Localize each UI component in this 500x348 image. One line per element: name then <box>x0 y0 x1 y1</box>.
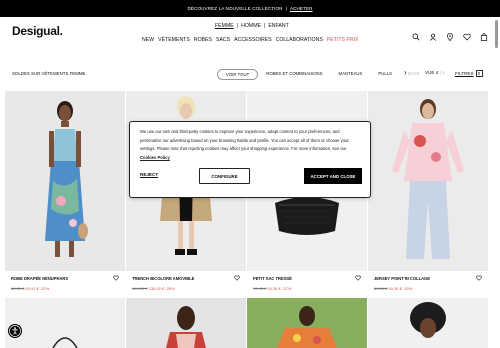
product-info-4: JERSEY POINT'IN COLLAGE 89,95 € 60,36 € … <box>368 275 488 291</box>
wishlist-heart-icon[interactable] <box>355 275 361 281</box>
gender-tab-femme[interactable]: FEMME <box>215 23 234 29</box>
filter-bar: SOLDES SUR VÊTEMENTS FEMME VOIR TOUT ROB… <box>0 64 500 80</box>
product-card-1[interactable] <box>5 91 125 271</box>
product-image <box>166 306 206 348</box>
product-price: 79,95 € 50,36 € -37% <box>253 286 367 291</box>
cookie-button-row: REJECT CONFIGURE ACCEPT AND CLOSE <box>140 168 362 185</box>
nav-item-petits-prix[interactable]: PETITS PRIX <box>327 37 359 43</box>
product-card-5[interactable] <box>5 298 125 348</box>
product-image <box>5 91 125 271</box>
product-info-2: TRENCH BICOLORE AMOVIBLE 189,95 € 135,92… <box>126 275 246 291</box>
cookie-consent-dialog: We use our own and third-party cookies t… <box>129 121 371 198</box>
product-name[interactable]: PETIT SAC TRESSÉ <box>253 276 367 281</box>
nav-item-collaborations[interactable]: COLLABORATIONS <box>276 37 323 43</box>
product-image <box>247 298 367 348</box>
view-separator: | <box>439 70 441 75</box>
gender-separator: | <box>263 23 266 29</box>
search-icon[interactable] <box>412 28 420 41</box>
promo-link[interactable]: ACHETER <box>290 6 313 11</box>
product-card-6[interactable] <box>126 298 246 348</box>
wishlist-heart-icon[interactable] <box>476 275 482 281</box>
filters-button[interactable]: FILTRES 0 <box>455 70 483 77</box>
category-chip-robes[interactable]: ROBES ET COMBINAISONS <box>258 69 330 80</box>
filters-label: FILTRES <box>455 71 474 76</box>
view-option-4[interactable]: 4 <box>436 70 439 75</box>
chevron-right-icon[interactable]: › <box>404 68 407 77</box>
page-scrollbar[interactable] <box>495 20 498 345</box>
cookie-text: We use our own and third-party cookies t… <box>140 129 349 151</box>
cookies-policy-link[interactable]: Cookies Policy <box>140 155 170 160</box>
gender-tab-enfant[interactable]: ENFANT <box>268 23 288 29</box>
category-chip-manteaux[interactable]: MANTEAUX <box>331 69 371 80</box>
view-option-6[interactable]: 6 <box>442 70 445 75</box>
old-price: 89,95 € <box>11 286 25 291</box>
product-name[interactable]: ROBE DRAPÉE NÉNUPHARS <box>11 276 125 281</box>
sale-price: 50,36 € -37% <box>267 286 292 291</box>
category-chips: VOIR TOUT ROBES ET COMBINAISONS MANTEAUX… <box>217 69 428 80</box>
sale-price: 60,92 € -32% <box>25 286 50 291</box>
bag-icon[interactable] <box>480 28 488 41</box>
user-icon[interactable] <box>429 28 437 41</box>
gender-separator: | <box>236 23 239 29</box>
product-image <box>368 91 488 271</box>
cookie-message: We use our own and third-party cookies t… <box>140 128 360 162</box>
configure-button[interactable]: CONFIGURE <box>199 168 250 184</box>
accessibility-icon[interactable] <box>8 324 22 338</box>
product-name[interactable]: JERSEY POINT'IN COLLAGE <box>374 276 488 281</box>
gender-tab-homme[interactable]: HOMME <box>241 23 261 29</box>
old-price: 189,95 € <box>132 286 148 291</box>
product-card-8[interactable] <box>368 298 488 348</box>
old-price: 89,95 € <box>374 286 388 291</box>
product-price: 89,95 € 60,92 € -32% <box>11 286 125 291</box>
product-name[interactable]: TRENCH BICOLORE AMOVIBLE <box>132 276 246 281</box>
old-price: 79,95 € <box>253 286 267 291</box>
sale-price: 135,92 € -28% <box>148 286 175 291</box>
wishlist-heart-icon[interactable] <box>234 275 240 281</box>
product-card-7[interactable] <box>247 298 367 348</box>
main-nav: NEW VÊTEMENTS ROBES SACS ACCESSOIRES COL… <box>142 37 359 43</box>
product-image <box>52 337 78 348</box>
nav-item-accessoires[interactable]: ACCESSOIRES <box>234 37 271 43</box>
nav-item-sacs[interactable]: SACS <box>216 37 230 43</box>
sale-price: 60,36 € -33% <box>388 286 413 291</box>
category-chip-pulls[interactable]: PULLS <box>370 69 400 80</box>
gender-tabs: FEMME | HOMME | ENFANT <box>215 23 289 29</box>
product-info-3: PETIT SAC TRESSÉ 79,95 € 50,36 € -37% <box>247 275 367 291</box>
promo-separator: | <box>285 6 287 11</box>
location-icon[interactable] <box>446 28 454 42</box>
view-toggle: VUE 4 | 6 <box>425 70 445 75</box>
product-price: 189,95 € 135,92 € -28% <box>132 286 246 291</box>
view-label: VUE <box>425 70 435 75</box>
promo-bar: DÉCOUVREZ LA NOUVELLE COLLECTION | ACHET… <box>0 0 500 17</box>
reject-button[interactable]: REJECT <box>140 172 158 177</box>
breadcrumb: SOLDES SUR VÊTEMENTS FEMME <box>12 71 86 76</box>
product-price: 89,95 € 60,36 € -33% <box>374 286 488 291</box>
heart-icon[interactable] <box>463 28 471 41</box>
promo-text: DÉCOUVREZ LA NOUVELLE COLLECTION <box>187 6 283 11</box>
product-image <box>410 302 446 338</box>
nav-item-new[interactable]: NEW <box>142 37 154 43</box>
scrollbar-thumb[interactable] <box>495 20 498 48</box>
brand-logo[interactable]: Desigual. <box>12 24 63 38</box>
site-header: Desigual. FEMME | HOMME | ENFANT NEW VÊT… <box>0 17 500 50</box>
product-card-4[interactable] <box>368 91 488 271</box>
filters-count-badge: 0 <box>475 70 483 77</box>
wishlist-heart-icon[interactable] <box>113 275 119 281</box>
category-chip-voir-tout[interactable]: VOIR TOUT <box>217 69 259 80</box>
accept-and-close-button[interactable]: ACCEPT AND CLOSE <box>304 168 362 184</box>
header-icons <box>412 28 488 42</box>
nav-item-vetements[interactable]: VÊTEMENTS <box>158 37 190 43</box>
nav-item-robes[interactable]: ROBES <box>194 37 212 43</box>
product-info-1: ROBE DRAPÉE NÉNUPHARS 89,95 € 60,92 € -3… <box>5 275 125 291</box>
